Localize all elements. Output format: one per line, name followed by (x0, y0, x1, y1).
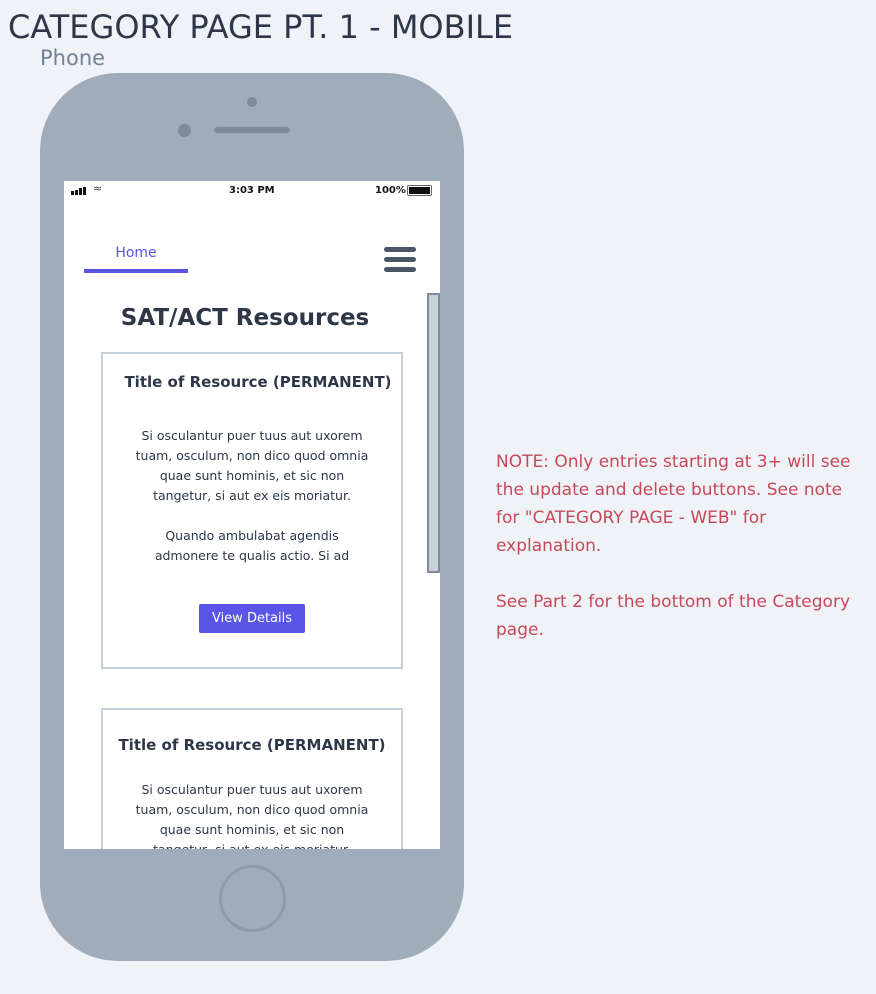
sensor-icon (178, 124, 191, 137)
view-details-button[interactable]: View Details (198, 604, 306, 633)
note-text: See Part 2 for the bottom of the Categor… (496, 592, 851, 640)
home-button[interactable] (219, 865, 286, 932)
page-title: CATEGORY PAGE PT. 1 - MOBILE (8, 8, 514, 46)
category-heading: SAT/ACT Resources (120, 305, 370, 331)
resource-description: Si osculantur puer tuus aut uxorem tuam,… (135, 428, 369, 503)
resource-description: Quando ambulabat agendis admonere te qua… (154, 528, 350, 563)
camera-icon (247, 97, 257, 107)
nav-home-tab[interactable]: Home (84, 245, 188, 273)
signal-icon (71, 187, 86, 195)
hamburger-menu-icon[interactable] (384, 247, 416, 277)
status-battery-text: 100% (375, 185, 406, 196)
resource-card: Title of Resource (PERMANENT) Si osculan… (101, 352, 403, 669)
phone-screen: ≈ 3:03 PM 100% Home SAT/ACT Resources Ti… (64, 181, 440, 849)
wifi-icon: ≈ (93, 182, 103, 195)
resource-card: Title of Resource (PERMANENT) Si osculan… (101, 708, 403, 849)
scrollbar[interactable] (427, 293, 440, 573)
note-text: NOTE: Only entries starting at 3+ will s… (496, 452, 851, 556)
speaker-icon (214, 127, 290, 133)
resource-title: Title of Resource (PERMANENT) (118, 736, 386, 754)
annotation-note: NOTE: Only entries starting at 3+ will s… (496, 448, 856, 644)
resource-description: Si osculantur puer tuus aut uxorem tuam,… (135, 782, 369, 849)
resource-title: Title of Resource (PERMANENT) (124, 373, 392, 391)
battery-icon (407, 185, 432, 196)
status-time: 3:03 PM (229, 185, 275, 196)
frame-label: Phone (40, 46, 106, 70)
